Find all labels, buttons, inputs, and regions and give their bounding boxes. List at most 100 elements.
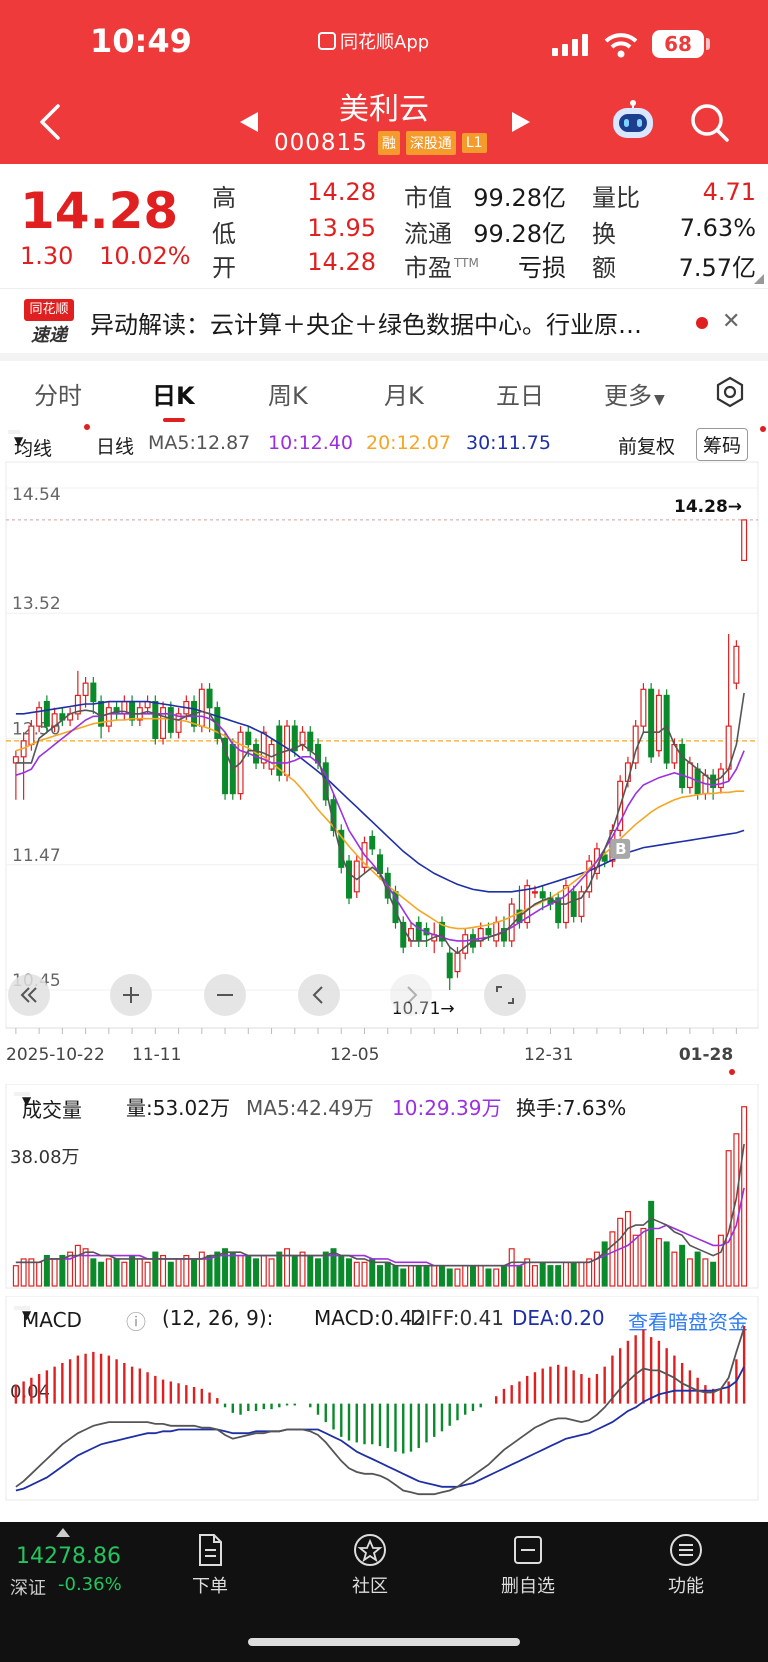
expand-left-button[interactable] [8, 974, 50, 1016]
news-ticker[interactable]: 同花顺 速递 异动解读：云计算＋央企＋绿色数据中心。行业原… ✕ [0, 288, 768, 361]
volume-bar [485, 1268, 492, 1287]
scroll-prev-button[interactable] [298, 974, 340, 1016]
quote-turnover-value: 7.63% [679, 214, 756, 242]
candle-body [90, 682, 97, 703]
expand-quote-corner-icon[interactable] [754, 274, 764, 284]
tab-more[interactable]: 更多 ▼ [604, 376, 665, 411]
volume-bar [547, 1265, 554, 1287]
change-percent: 10.02% [99, 242, 191, 270]
volume-bar [346, 1258, 353, 1287]
volume-bar [268, 1258, 275, 1287]
chevron-right-icon [407, 986, 418, 1004]
chips-button[interactable]: 筹码 [696, 428, 749, 461]
index-expand-arrow-icon[interactable] [56, 1528, 70, 1537]
candle-body [206, 688, 213, 709]
quote-high-label: 高 [212, 184, 236, 212]
chart-settings-hexagon-icon[interactable] [714, 376, 746, 408]
active-tab-indicator [163, 418, 185, 422]
tab-weekly-k[interactable]: 周K [268, 376, 308, 411]
tab-daily-k[interactable]: 日K [152, 376, 195, 411]
candle-body [648, 688, 655, 758]
volume-bar [710, 1261, 717, 1287]
index-value[interactable]: 14278.86 [16, 1544, 121, 1569]
zoom-out-button[interactable] [204, 974, 246, 1016]
minus-square-icon [514, 1536, 542, 1564]
volume-bar [229, 1251, 236, 1287]
volume-bar [276, 1251, 283, 1287]
candle-body [446, 952, 453, 979]
max-price-marker: 14.28→ [674, 497, 742, 517]
tab-monthly-k[interactable]: 月K [384, 376, 424, 411]
double-chevron-left-icon [20, 987, 37, 1003]
kchart-grid [6, 487, 758, 991]
next-stock-button[interactable] [510, 110, 532, 134]
tab-five-day[interactable]: 五日 [496, 376, 544, 411]
volume-bar [609, 1231, 616, 1287]
macd-chart[interactable]: 0.04 [0, 1296, 768, 1506]
candle-body [12, 756, 19, 764]
indicator-selector[interactable]: 均线 ▼ [8, 430, 52, 460]
volume-bar [113, 1258, 120, 1287]
document-icon [199, 1534, 222, 1566]
source-app-label: 同花顺App [340, 32, 430, 53]
margin-tag: 融 [377, 131, 400, 155]
search-button[interactable] [690, 103, 730, 143]
volume-bar [384, 1261, 391, 1287]
quote-mktcap-label: 市值 [404, 184, 452, 212]
volume-bar [12, 1265, 19, 1287]
home-indicator[interactable] [248, 1638, 520, 1646]
tab-intraday[interactable]: 分时 [34, 376, 82, 411]
prev-stock-button[interactable] [238, 110, 260, 134]
ma-period: 日线 [96, 436, 135, 458]
zoom-in-button[interactable] [110, 974, 152, 1016]
candle-body [454, 952, 461, 973]
news-headline[interactable]: 异动解读：云计算＋央企＋绿色数据中心。行业原… [90, 305, 680, 340]
nav-remove-watchlist[interactable]: 删自选 [478, 1532, 578, 1598]
volume-bar [338, 1254, 345, 1287]
quote-panel[interactable]: 14.28 1.30 10.02% 高 14.28 低 13.95 开 14.2… [0, 164, 768, 288]
ma-legend-bar: 均线 ▼ 日线 MA5:12.87 10:12.40 20:12.07 30:1… [0, 428, 768, 461]
header-bar: 10:49 同花顺App 68 美利云 000815 融 深股通 L1 [0, 0, 768, 164]
y-tick-label: 13.52 [12, 594, 61, 614]
volume-bar [423, 1265, 430, 1287]
nav-order[interactable]: 下单 [160, 1532, 260, 1598]
stock-code-row: 000815 融 深股通 L1 [274, 130, 487, 156]
volume-bar [578, 1261, 585, 1287]
news-close-icon[interactable]: ✕ [722, 309, 740, 334]
news-unread-dot [696, 317, 708, 329]
volume-bar [90, 1258, 97, 1287]
volume-bar [167, 1261, 174, 1287]
chevron-left-icon [312, 986, 323, 1004]
volume-bar [477, 1265, 484, 1287]
nav-community[interactable]: 社区 [320, 1532, 420, 1598]
candle-body [531, 891, 538, 894]
ai-assistant-robot-icon[interactable] [610, 100, 656, 140]
volume-bar [322, 1251, 329, 1287]
adjust-mode-button[interactable]: 前复权 [618, 432, 675, 459]
volume-y-label: 38.08万 [10, 1147, 80, 1168]
candle-body [315, 743, 322, 764]
volume-bar [361, 1261, 368, 1287]
quote-float-value: 99.28亿 [473, 220, 566, 248]
chevron-down-icon: ▼ [654, 392, 665, 408]
nav-functions[interactable]: 功能 [636, 1532, 736, 1598]
volume-bar [129, 1254, 136, 1287]
battery-indicator: 68 [652, 30, 704, 58]
candle-body [299, 731, 306, 746]
volume-bar [36, 1261, 43, 1287]
candle-body [105, 707, 112, 727]
candle-body [570, 891, 577, 917]
volume-chart[interactable]: 38.08万 [0, 1084, 768, 1294]
stock-code: 000815 [274, 130, 368, 156]
volume-bar [617, 1217, 624, 1287]
volume-bar [245, 1254, 252, 1287]
volume-bar [415, 1265, 422, 1287]
candle-body [129, 700, 136, 721]
source-app-indicator[interactable]: 同花顺App [318, 28, 429, 54]
candle-body [679, 743, 686, 789]
buy-signal-marker[interactable]: B [610, 838, 631, 859]
x-tick-label: 12-31 [524, 1045, 573, 1065]
scroll-next-button[interactable] [390, 974, 432, 1016]
volume-bar [307, 1254, 314, 1287]
fullscreen-button[interactable] [484, 974, 526, 1016]
